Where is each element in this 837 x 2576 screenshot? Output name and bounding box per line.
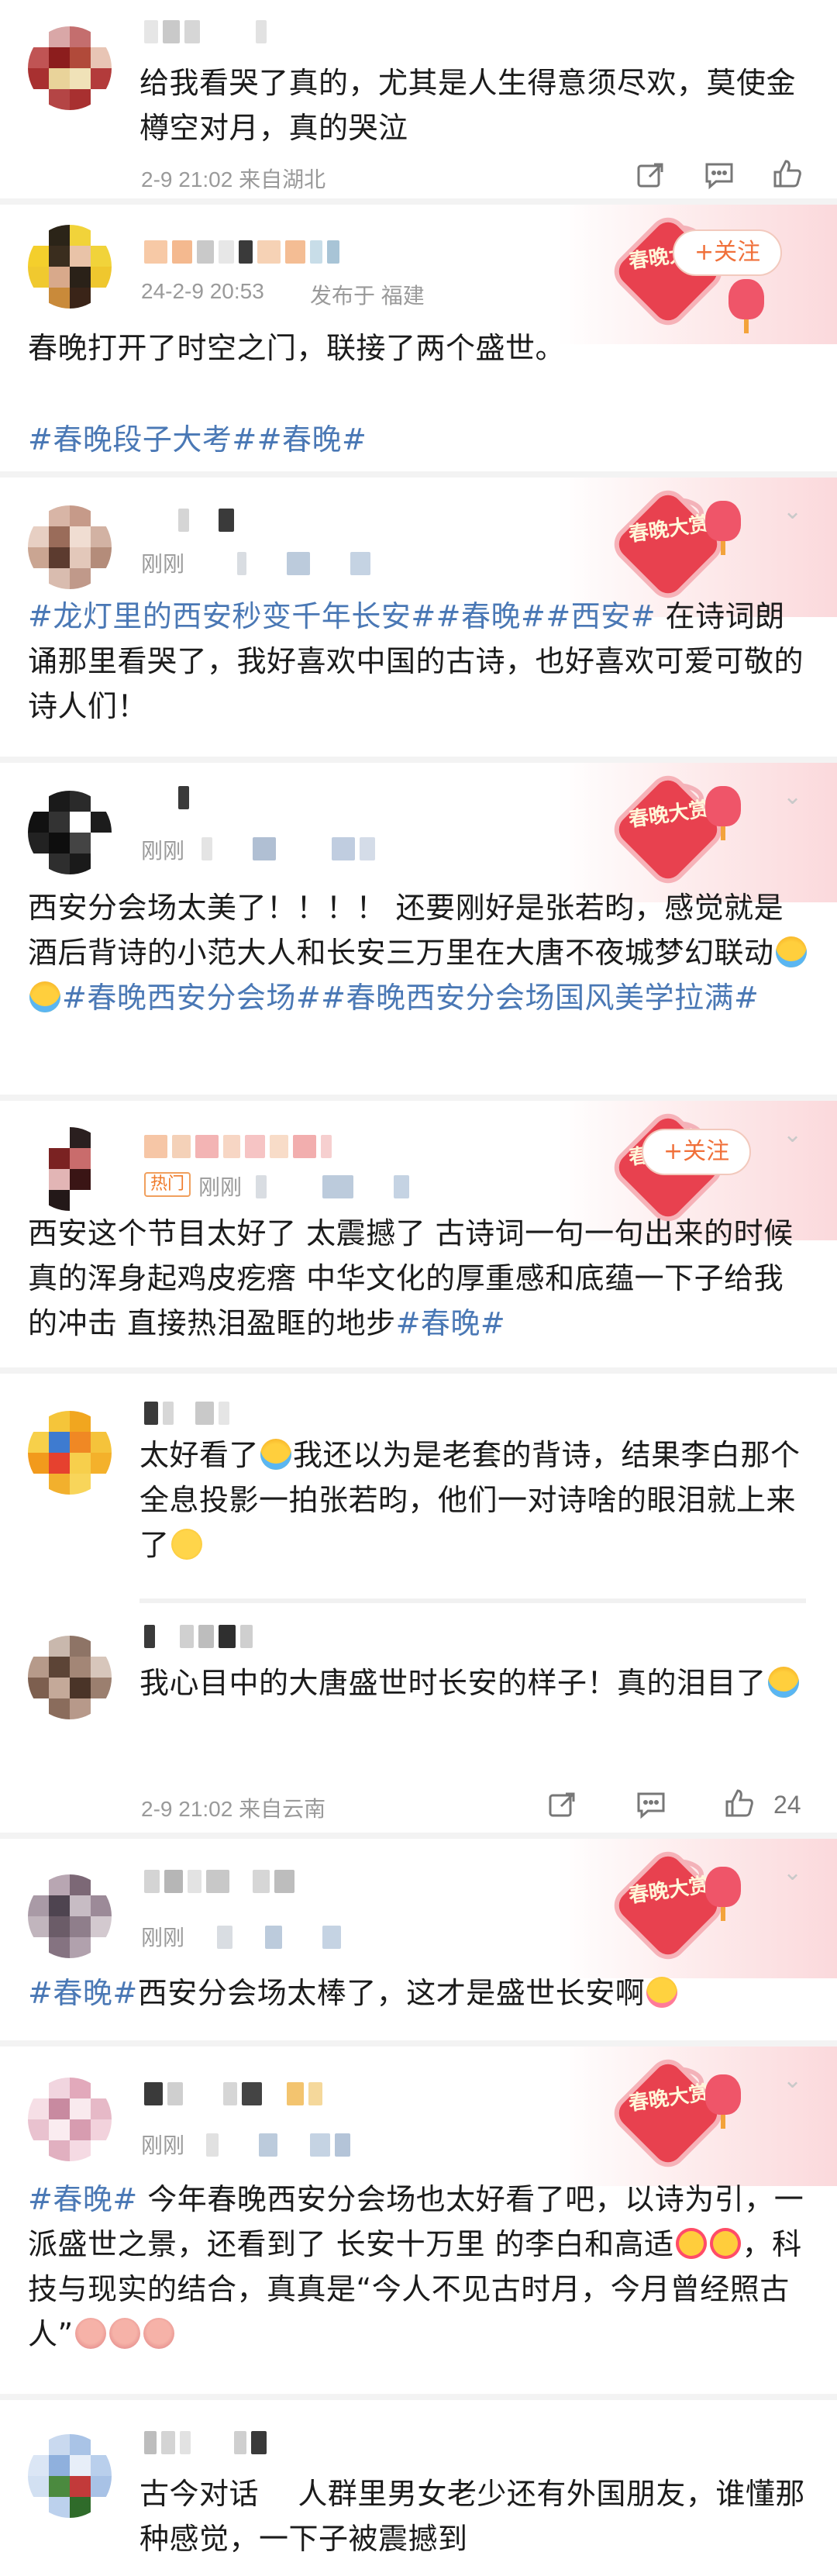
- source-redacted: [217, 1926, 341, 1949]
- chevron-down-icon[interactable]: ⌄: [783, 1859, 802, 1886]
- doge-emoji-icon: [74, 2318, 106, 2349]
- post-date: 24-2-9 20:53: [141, 279, 264, 303]
- like-icon[interactable]: [772, 158, 803, 189]
- username-redacted[interactable]: [144, 2082, 322, 2105]
- chevron-down-icon[interactable]: ⌄: [783, 498, 802, 525]
- hashtag-link[interactable]: #春晚西安分会场##春晚西安分会场国风美学拉满#: [62, 981, 759, 1015]
- crying-emoji-icon: [775, 936, 807, 967]
- comment-text: 我心目中的大唐盛世时长安的样子！真的泪目了: [140, 1660, 806, 1705]
- comment-text: 太好看了 我还以为是老套的背诗，结果李白那个全息投影一拍张若昀，他们一对诗啥的眼泪…: [140, 1438, 801, 1562]
- source-redacted: [256, 1175, 409, 1198]
- avatar[interactable]: [28, 2078, 112, 2161]
- crying-emoji-icon: [260, 1439, 292, 1470]
- heart-eyes-emoji-icon: [709, 2228, 741, 2259]
- username-redacted[interactable]: [144, 1870, 294, 1893]
- username-redacted[interactable]: [144, 1135, 332, 1158]
- weibo-post: 春晚大赏 +关注 24-2-9 20:53 发布于 福建 春晚打开了时空之门，联…: [0, 198, 837, 471]
- username-redacted[interactable]: [178, 786, 189, 809]
- username-redacted[interactable]: [144, 1625, 253, 1648]
- avatar[interactable]: [28, 505, 112, 589]
- comment-icon[interactable]: [636, 1789, 666, 1820]
- post-text: 西安这个节目太好了 太震撼了 古诗词一句一句出来的时候真的浑身起鸡皮疙瘩 中华文…: [28, 1216, 794, 1340]
- weibo-post: 春晚大赏 ⌄ 刚刚 #春晚# 今年春晚西安分会场也太好看了吧，以诗为引，一派盛世…: [0, 2040, 837, 2394]
- chevron-down-icon[interactable]: ⌄: [783, 1121, 802, 1148]
- avatar[interactable]: [28, 1127, 112, 1211]
- chevron-down-icon[interactable]: ⌄: [783, 783, 802, 810]
- avatar[interactable]: [28, 225, 112, 309]
- source-redacted: [202, 837, 375, 860]
- username-redacted[interactable]: [144, 2431, 267, 2454]
- post-text: 西安分会场太美了！！！！ 还要刚好是张若昀，感觉就是酒后背诗的小范大人和长安三万…: [28, 885, 811, 1020]
- username-redacted[interactable]: [178, 509, 234, 532]
- crying-emoji-icon: [29, 981, 60, 1012]
- post-text: #春晚# 今年春晚西安分会场也太好看了吧，以诗为引，一派盛世之景，还看到了 长安…: [28, 2182, 804, 2351]
- post-text: 春晚打开了时空之门，联接了两个盛世。: [28, 331, 566, 365]
- chevron-down-icon[interactable]: ⌄: [783, 2067, 802, 2094]
- source-redacted: [237, 552, 370, 575]
- comment-item: 太好看了 我还以为是老套的背诗，结果李白那个全息投影一拍张若昀，他们一对诗啥的眼泪…: [0, 1367, 837, 1609]
- doge-emoji-icon: [143, 2318, 174, 2349]
- avatar[interactable]: [28, 1874, 112, 1958]
- crying-emoji-icon: [767, 1667, 799, 1698]
- comment-item: 古今对话 人群里男女老少还有外国朋友，谁懂那种感觉，一下子被震撼到: [0, 2394, 837, 2576]
- username-redacted[interactable]: [144, 1402, 229, 1425]
- weibo-post: 春晚大赏 +关注 ⌄ 热门 刚刚 西安这个节目太好了 太震撼了 古诗词一句一句出…: [0, 1095, 837, 1367]
- post-time: 刚刚: [141, 839, 185, 863]
- comment-icon[interactable]: [704, 160, 735, 191]
- weibo-post: 春晚大赏 ⌄ 刚刚 #龙灯里的西安秒变千年长安##春晚##西安# 在诗词朗诵那里…: [0, 471, 837, 757]
- like-icon[interactable]: [724, 1788, 755, 1819]
- doge-emoji-icon: [108, 2318, 140, 2349]
- avatar[interactable]: [28, 2434, 112, 2518]
- comment-item: 我心目中的大唐盛世时长安的样子！真的泪目了 2-9 21:02 来自云南 24: [0, 1609, 837, 1833]
- weibo-post: 春晚大赏 ⌄ 刚刚 西安分会场太美了！！！！ 还要刚好是张若昀，感觉就是酒后背诗…: [0, 757, 837, 1095]
- post-time: 刚刚: [141, 1926, 185, 1950]
- comment-text: 给我看哭了真的，尤其是人生得意须尽欢，莫使金樽空对月，真的哭泣: [140, 66, 797, 145]
- avatar[interactable]: [28, 791, 112, 874]
- avatar[interactable]: [28, 26, 112, 110]
- avatar[interactable]: [28, 1411, 112, 1495]
- sweat-smile-emoji-icon: [170, 1529, 202, 1560]
- weibo-post: 春晚大赏 ⌄ 刚刚 #春晚#西安分会场太棒了，这才是盛世长安啊: [0, 1833, 837, 2040]
- hot-badge: 热门: [144, 1172, 191, 1197]
- avatar[interactable]: [28, 1636, 112, 1719]
- comment-meta: 2-9 21:02 来自湖北: [141, 167, 326, 191]
- share-icon[interactable]: [636, 160, 666, 191]
- post-text: #春晚#西安分会场太棒了，这才是盛世长安啊: [28, 1971, 811, 2016]
- share-icon[interactable]: [547, 1789, 578, 1820]
- comment-item: 给我看哭了真的，尤其是人生得意须尽欢，莫使金樽空对月，真的哭泣 2-9 21:0…: [0, 0, 837, 194]
- username-redacted[interactable]: [144, 240, 339, 264]
- post-location: 发布于 福建: [310, 284, 425, 308]
- follow-button[interactable]: +关注: [642, 1129, 752, 1175]
- tongue-wink-emoji-icon: [646, 1977, 678, 2008]
- hashtag-link[interactable]: #春晚#: [28, 2182, 138, 2216]
- divider: [140, 1598, 806, 1603]
- post-time: 刚刚: [198, 1175, 243, 1199]
- like-count: 24: [773, 1791, 801, 1819]
- source-redacted: [206, 2133, 350, 2157]
- post-time: 刚刚: [141, 552, 185, 576]
- heart-eyes-emoji-icon: [675, 2228, 707, 2259]
- hashtag-link[interactable]: #春晚#: [396, 1306, 506, 1340]
- comment-text: 古今对话 人群里男女老少还有外国朋友，谁懂那种感觉，一下子被震撼到: [140, 2477, 805, 2556]
- hashtag-link[interactable]: #春晚#: [28, 1976, 138, 2010]
- hashtag-link[interactable]: #春晚段子大考##春晚#: [28, 417, 811, 462]
- hashtag-link[interactable]: #龙灯里的西安秒变千年长安##春晚##西安#: [28, 599, 656, 633]
- comment-meta: 2-9 21:02 来自云南: [141, 1797, 326, 1821]
- username-redacted[interactable]: [144, 20, 267, 43]
- post-text: #龙灯里的西安秒变千年长安##春晚##西安# 在诗词朗诵那里看哭了，我好喜欢中国…: [28, 599, 804, 723]
- follow-button[interactable]: +关注: [673, 229, 783, 276]
- post-time: 刚刚: [141, 2133, 185, 2157]
